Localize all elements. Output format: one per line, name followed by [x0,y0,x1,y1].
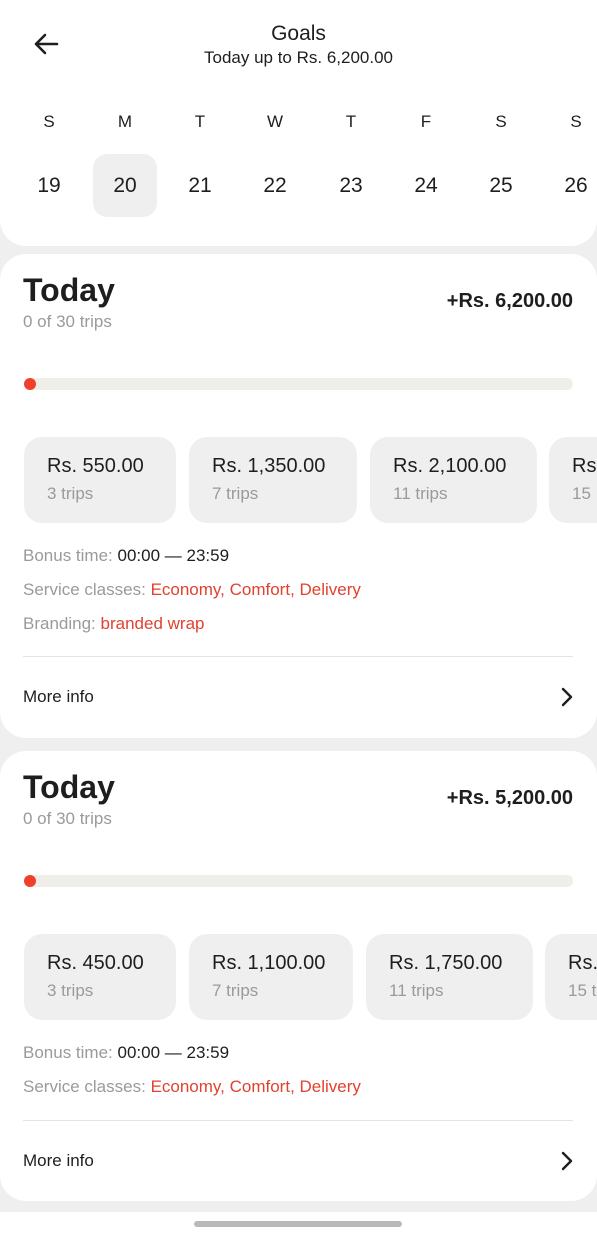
page-title: Goals [271,22,326,45]
day-number-selected: 20 [93,154,157,217]
day-number: 26 [564,174,588,197]
bonus-time: Bonus time: 00:00 — 23:59 [23,546,229,566]
more-info-label: More info [23,687,94,706]
tier-card[interactable]: Rs. 550.00 3 trips [24,437,176,523]
tier-card[interactable]: Rs. 1,750.00 11 trips [366,934,533,1020]
day-number: 25 [489,174,513,197]
chevron-right-icon [561,1151,573,1171]
progress-indicator [24,875,36,887]
tier-amount: Rs. 1,350.00 [212,455,326,477]
day-name: S [570,112,582,131]
day-number: 19 [37,174,61,197]
day-friday-24[interactable]: F 24 [394,108,458,220]
tier-amount: Rs. 550.00 [47,455,144,477]
tier-amount: Rs. 1,750.00 [389,952,503,974]
day-sunday-19[interactable]: S 19 [17,108,81,220]
day-number: 21 [188,174,212,197]
home-indicator[interactable] [194,1221,402,1227]
chevron-right-icon [561,687,573,707]
tier-trips: 7 trips [212,484,259,503]
goal-trips-progress: 0 of 30 trips [23,809,112,828]
branding-label: Branding: [23,614,96,633]
goal-card: Today 0 of 30 trips +Rs. 6,200.00 Rs. 55… [0,254,597,738]
week-calendar: S 19 M 20 T 21 W 22 T 23 F 24 S 25 S 26 [0,108,597,220]
bonus-time-value: 00:00 — 23:59 [117,546,230,565]
tier-amount: Rs. 2,100.00 [393,455,507,477]
tier-amount: Rs. [568,952,597,974]
day-number: 22 [263,174,287,197]
tier-card[interactable]: Rs. 1,350.00 7 trips [189,437,357,523]
bonus-time-label: Bonus time: [23,1043,113,1062]
service-classes: Service classes: Economy, Comfort, Deliv… [23,1077,361,1097]
tier-card[interactable]: Rs 15 [549,437,597,523]
day-wednesday-22[interactable]: W 22 [243,108,307,220]
tier-amount: Rs. 1,100.00 [212,952,326,974]
tier-list: Rs. 550.00 3 trips Rs. 1,350.00 7 trips … [0,437,597,523]
service-classes-value: Economy, Comfort, Delivery [150,580,361,599]
page-subtitle: Today up to Rs. 6,200.00 [203,48,394,67]
goal-trips-progress: 0 of 30 trips [23,312,112,331]
progress-bar [24,875,573,887]
goal-card: Today 0 of 30 trips +Rs. 5,200.00 Rs. 45… [0,751,597,1201]
bonus-time: Bonus time: 00:00 — 23:59 [23,1043,229,1063]
service-classes-value: Economy, Comfort, Delivery [150,1077,361,1096]
tier-trips: 11 trips [393,484,448,503]
divider [23,1120,573,1121]
tier-card[interactable]: Rs. 15 t [545,934,597,1020]
day-monday-20[interactable]: M 20 [93,108,157,220]
tier-amount: Rs. 450.00 [47,952,144,974]
tier-trips: 15 [572,484,591,503]
tier-trips: 15 t [568,981,597,1000]
tier-list: Rs. 450.00 3 trips Rs. 1,100.00 7 trips … [0,934,597,1020]
day-name: F [420,112,432,131]
more-info-button[interactable]: More info [0,667,597,727]
branding: Branding: branded wrap [23,614,204,634]
service-classes-label: Service classes: [23,1077,146,1096]
goal-amount: +Rs. 5,200.00 [446,787,573,809]
progress-bar [24,378,573,390]
tier-trips: 11 trips [389,981,444,1000]
tier-trips: 3 trips [47,981,94,1000]
progress-indicator [24,378,36,390]
tier-amount: Rs [572,455,597,477]
bonus-time-label: Bonus time: [23,546,113,565]
day-number: 23 [339,174,363,197]
day-thursday-23[interactable]: T 23 [319,108,383,220]
tier-card[interactable]: Rs. 450.00 3 trips [24,934,176,1020]
day-tuesday-21[interactable]: T 21 [168,108,232,220]
tier-card[interactable]: Rs. 2,100.00 11 trips [370,437,537,523]
divider [23,656,573,657]
day-name: T [345,112,357,131]
goal-title: Today [23,769,115,805]
goal-amount: +Rs. 6,200.00 [446,290,573,312]
day-number: 24 [414,174,438,197]
service-classes-label: Service classes: [23,580,146,599]
day-name: S [495,112,507,131]
more-info-button[interactable]: More info [0,1131,597,1191]
day-sunday-26[interactable]: S 26 [544,108,597,220]
header-card: Goals Today up to Rs. 6,200.00 S 19 M 20… [0,0,597,246]
goal-title: Today [23,272,115,308]
day-name: M [117,112,133,131]
bonus-time-value: 00:00 — 23:59 [117,1043,230,1062]
tier-card[interactable]: Rs. 1,100.00 7 trips [189,934,353,1020]
service-classes: Service classes: Economy, Comfort, Deliv… [23,580,361,600]
day-name: W [266,112,284,131]
more-info-label: More info [23,1151,94,1170]
branding-value: branded wrap [100,614,205,633]
day-name: T [194,112,206,131]
tier-trips: 3 trips [47,484,94,503]
day-saturday-25[interactable]: S 25 [469,108,533,220]
day-name: S [43,112,55,131]
tier-trips: 7 trips [212,981,259,1000]
